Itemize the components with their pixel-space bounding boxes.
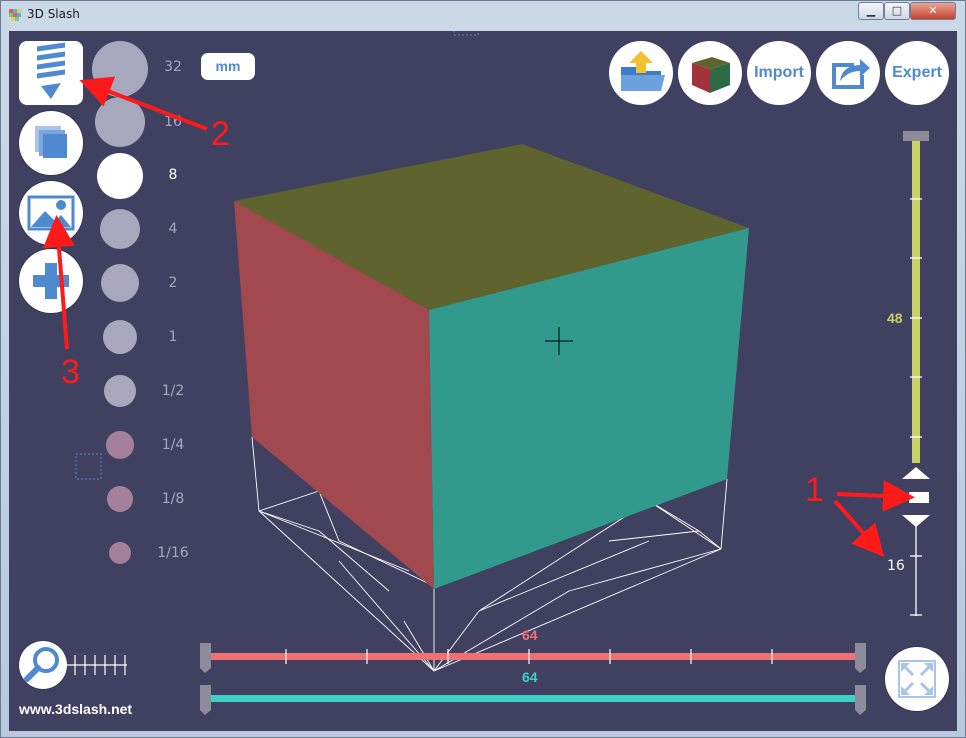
minimize-button[interactable]: ▁ (858, 2, 884, 20)
maximize-button[interactable]: □ (884, 2, 910, 20)
app-window: 3D Slash ▁ □ ✕ 32 16 8 4 2 1 1/2 1/4 1/8… (0, 0, 966, 738)
annotation-label-3: 3 (61, 353, 80, 391)
annotation-arrows (42, 76, 915, 558)
window-title: 3D Slash (27, 7, 80, 21)
annotation-label-2: 2 (211, 115, 230, 153)
title-bar[interactable]: 3D Slash ▁ □ ✕ (1, 1, 965, 29)
annotation-label-1: 1 (805, 471, 824, 509)
app-logo-icon (9, 9, 21, 21)
close-button[interactable]: ✕ (910, 2, 956, 20)
canvas-area[interactable]: 32 16 8 4 2 1 1/2 1/4 1/8 1/16 mm Import (9, 31, 957, 731)
